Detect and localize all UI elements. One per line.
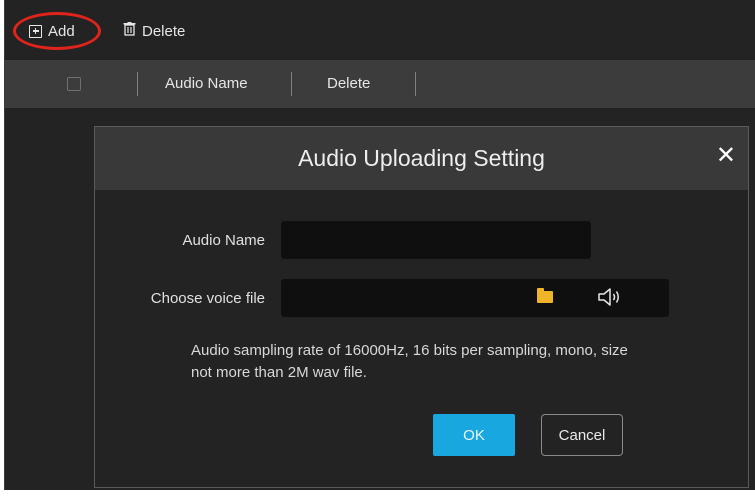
delete-label: Delete bbox=[142, 22, 186, 40]
file-requirements-hint: Audio sampling rate of 16000Hz, 16 bits … bbox=[191, 342, 628, 381]
add-button[interactable]: Add bbox=[29, 20, 75, 42]
delete-button[interactable]: Delete bbox=[123, 20, 185, 42]
dialog-header: Audio Uploading Setting ✕ bbox=[95, 127, 748, 190]
audio-name-input[interactable] bbox=[281, 221, 591, 259]
close-icon[interactable]: ✕ bbox=[716, 144, 736, 168]
speaker-icon[interactable] bbox=[597, 286, 623, 313]
column-divider bbox=[291, 72, 292, 96]
column-divider bbox=[415, 72, 416, 96]
table-header: Audio Name Delete bbox=[5, 60, 755, 108]
ok-button[interactable]: OK bbox=[433, 414, 515, 456]
audio-name-label: Audio Name bbox=[182, 232, 265, 249]
add-label: Add bbox=[48, 22, 75, 40]
select-all-checkbox[interactable] bbox=[67, 77, 81, 91]
column-header-audio-name[interactable]: Audio Name bbox=[165, 75, 248, 92]
trash-icon bbox=[123, 22, 136, 40]
folder-icon[interactable] bbox=[537, 288, 553, 303]
column-header-delete[interactable]: Delete bbox=[327, 75, 370, 92]
dialog-title: Audio Uploading Setting bbox=[298, 145, 545, 171]
audio-management-panel: Add Delete Audio Name Delete Audio Uploa… bbox=[4, 0, 755, 490]
voice-file-label: Choose voice file bbox=[150, 290, 265, 307]
cancel-button[interactable]: Cancel bbox=[541, 414, 623, 456]
column-divider bbox=[137, 72, 138, 96]
toolbar: Add Delete bbox=[5, 0, 755, 60]
plus-square-icon bbox=[29, 24, 42, 38]
